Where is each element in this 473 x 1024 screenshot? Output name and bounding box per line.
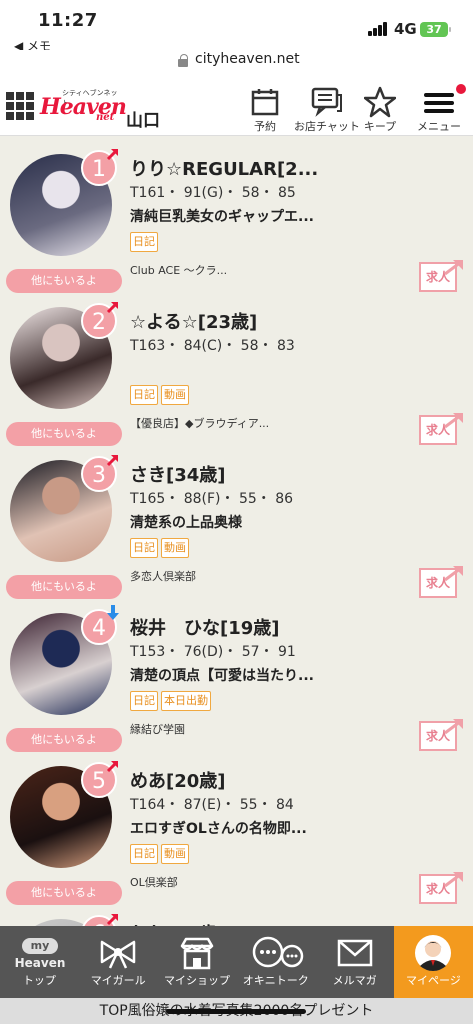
tag-badge: 日記 — [130, 844, 158, 864]
star-icon — [362, 84, 398, 118]
trend-down-arrow-icon — [106, 605, 120, 620]
recruit-arrow-icon — [444, 413, 463, 429]
signal-icon — [368, 22, 388, 36]
home-indicator — [166, 1009, 306, 1014]
ranking-item[interactable]: 1 他にもいるよ りり☆REGULAR[2... T161・ 91(G)・ 58・ 8… — [0, 136, 473, 293]
tag-badge: 日記 — [130, 538, 158, 558]
tag-list: 日記 動画 — [130, 385, 189, 405]
shop-icon — [158, 926, 237, 972]
bottom-nav-myshop[interactable]: マイショップ — [158, 926, 237, 998]
ribbon-icon — [79, 926, 158, 972]
nav-keep[interactable]: キープ — [362, 84, 398, 134]
tag-badge: 動画 — [161, 844, 189, 864]
site-logo[interactable]: シティヘブンネット Heaven net — [40, 88, 127, 128]
shop-name[interactable]: 【優良店】◆ブラウディア... — [130, 415, 269, 431]
girl-spec: T153・ 76(D)・ 57・ 91 — [130, 644, 296, 660]
lock-icon — [178, 54, 188, 67]
trend-up-arrow-icon — [106, 911, 120, 926]
ranking-item[interactable]: 4 他にもいるよ 桜井 ひな[19歳] T153・ 76(D)・ 57・ 91 清楚の頂… — [0, 595, 473, 752]
recruit-arrow-icon — [444, 872, 463, 888]
shop-name[interactable]: 多恋人倶楽部 — [130, 568, 196, 584]
network-type: 4G — [394, 20, 417, 38]
catch-copy: 清楚系の上品奥様 — [130, 515, 242, 531]
bottom-nav-top[interactable]: my Heaven トップ — [0, 926, 79, 998]
mail-icon — [315, 926, 394, 972]
girl-name[interactable]: さき[34歳] — [130, 461, 226, 487]
ranking-item[interactable]: 5 他にもいるよ めあ[20歳] T164・ 87(E)・ 55・ 84 エロすぎOLさ… — [0, 748, 473, 905]
status-time: 11:27 — [38, 10, 98, 31]
trend-up-arrow-icon — [106, 452, 120, 467]
tag-badge: 日記 — [130, 691, 158, 711]
tag-list: 日記 — [130, 232, 158, 252]
girl-name[interactable]: りり☆REGULAR[2... — [130, 155, 318, 181]
catch-copy: エロすぎOLさんの名物即... — [130, 821, 307, 837]
nav-reserve[interactable]: 予約 — [246, 84, 284, 134]
trend-up-arrow-icon — [106, 299, 120, 314]
talk-bubbles-icon — [236, 926, 315, 972]
bottom-nav-okini-talk[interactable]: オキニトーク — [236, 926, 315, 998]
tag-badge: 日記 — [130, 232, 158, 252]
ranking-item[interactable]: 2 他にもいるよ ☆よる☆[23歳] T163・ 84(C)・ 58・ 83 日記 動画【… — [0, 289, 473, 446]
girl-spec: T161・ 91(G)・ 58・ 85 — [130, 185, 296, 201]
status-bar: 11:27 ◀ メモ 4G 37 — [0, 0, 473, 53]
trend-up-arrow-icon — [106, 146, 120, 161]
ranking-item[interactable]: 3 他にもいるよ さき[34歳] T165・ 88(F)・ 55・ 86 清楚系の上品奥… — [0, 442, 473, 599]
my-heaven-icon: my Heaven — [14, 938, 66, 970]
trend-up-arrow-icon — [106, 758, 120, 773]
tag-badge: 日記 — [130, 385, 158, 405]
region-label[interactable]: 山口 — [126, 106, 160, 131]
bottom-nav: my Heaven トップ マイガール マイショップ オキニトーク メルマガ マ… — [0, 926, 473, 998]
girl-name[interactable]: めあ[20歳] — [130, 767, 226, 793]
shop-name[interactable]: 縁結び学園 — [130, 721, 185, 737]
bottom-nav-mypage[interactable]: マイページ — [393, 926, 473, 998]
url-text[interactable]: cityheaven.net — [195, 51, 300, 67]
battery-icon: 37 — [420, 22, 451, 37]
shop-name[interactable]: OL倶楽部 — [130, 874, 178, 890]
calendar-icon — [246, 84, 284, 118]
site-header: シティヘブンネット Heaven net 山口 予約 お店チャット キープ メニ… — [0, 78, 473, 136]
tag-badge: 動画 — [161, 385, 189, 405]
shop-name[interactable]: Club ACE ～クラ... — [130, 262, 227, 278]
bottom-nav-mygirl[interactable]: マイガール — [79, 926, 158, 998]
tag-list: 日記 本日出勤 — [130, 691, 211, 711]
url-bar[interactable]: cityheaven.net — [0, 50, 473, 78]
tag-badge: 本日出勤 — [161, 691, 211, 711]
nav-menu[interactable]: メニュー — [414, 84, 466, 134]
recruit-arrow-icon — [444, 719, 463, 735]
tag-badge: 動画 — [161, 538, 189, 558]
girl-spec: T165・ 88(F)・ 55・ 86 — [130, 491, 294, 507]
catch-copy: 清純巨乳美女のギャップエ... — [130, 209, 314, 225]
girl-spec: T163・ 84(C)・ 58・ 83 — [130, 338, 295, 354]
recruit-arrow-icon — [444, 566, 463, 582]
chat-icon — [292, 84, 362, 118]
catch-copy: 清楚の頂点【可愛は当たり... — [130, 668, 314, 684]
tag-list: 日記 動画 — [130, 844, 189, 864]
girl-spec: T164・ 87(E)・ 55・ 84 — [130, 797, 294, 813]
girl-name[interactable]: 桜井 ひな[19歳] — [130, 614, 280, 640]
tag-list: 日記 動画 — [130, 538, 189, 558]
bottom-nav-mailmag[interactable]: メルマガ — [315, 926, 394, 998]
hamburger-menu-icon — [414, 84, 466, 118]
grid-menu-icon[interactable] — [6, 92, 34, 120]
user-avatar-icon — [394, 926, 473, 972]
notification-dot — [456, 84, 466, 94]
recruit-arrow-icon — [444, 260, 463, 276]
nav-shop-chat[interactable]: お店チャット — [292, 84, 362, 134]
girl-name[interactable]: ☆よる☆[23歳] — [130, 308, 257, 334]
